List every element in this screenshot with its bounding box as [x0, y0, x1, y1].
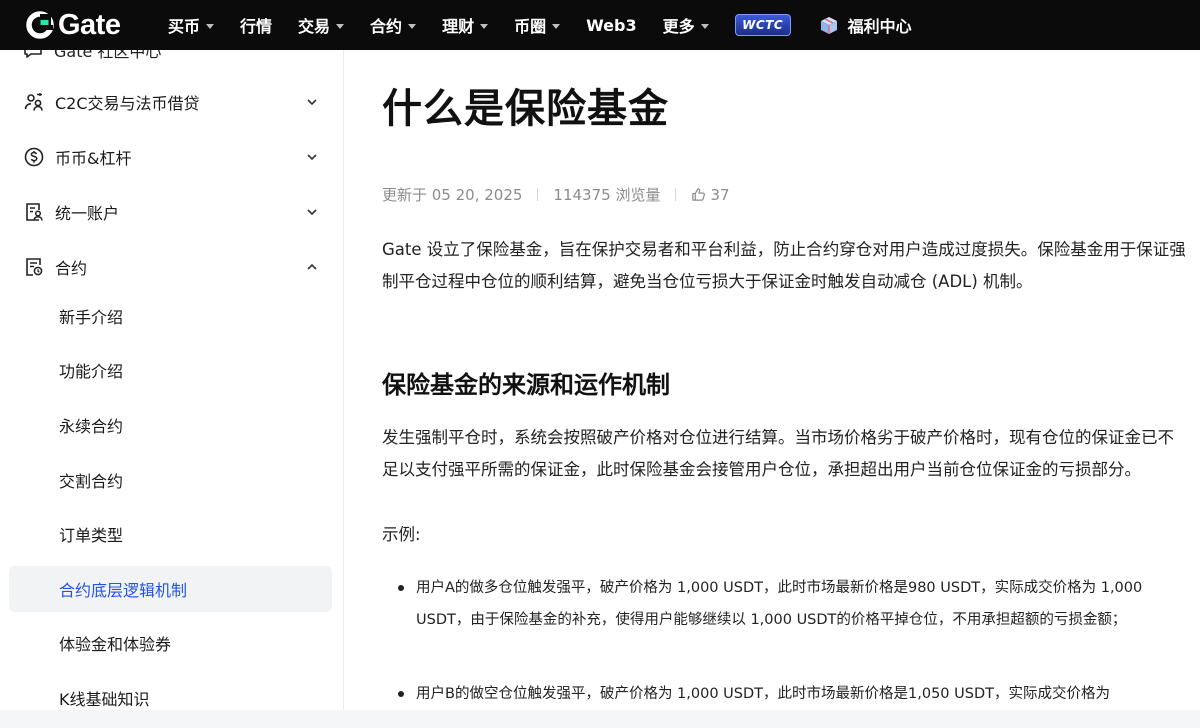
sidebar-subitem-trial-funds[interactable]: 体验金和体验券 — [9, 620, 332, 666]
nav-trade-label: 交易 — [298, 17, 331, 36]
section-heading: 保险基金的来源和运作机制 — [382, 371, 670, 399]
gift-box-icon — [820, 17, 837, 34]
intro-paragraph: Gate 设立了保险基金，旨在保护交易者和平台利益，防止合约穿仓对用户造成过度损… — [382, 240, 1186, 291]
sidebar-subitem-label: K线基础知识 — [59, 690, 150, 709]
nav-markets-label: 行情 — [240, 17, 273, 36]
sidebar-subitem-label: 订单类型 — [59, 526, 124, 545]
sidebar-item-label: 统一账户 — [55, 204, 120, 223]
article: 什么是保险基金 更新于 05 20, 2025 114375 浏览量 37 Ga… — [382, 50, 1192, 728]
sidebar-item-futures[interactable]: 合约 — [0, 243, 343, 291]
like-button[interactable]: 37 — [691, 185, 730, 204]
nav-futures[interactable]: 合约 — [370, 13, 417, 37]
chevron-down-icon — [307, 154, 317, 161]
list-item: 用户B的做空仓位触发强平，破产价格为 1,000 USDT，此时市场最新价格是1… — [398, 678, 1186, 710]
article-meta: 更新于 05 20, 2025 114375 浏览量 37 — [382, 184, 730, 205]
contract-icon — [26, 258, 43, 276]
gate-logo-icon — [26, 11, 54, 39]
meta-divider — [537, 188, 539, 201]
nav-square-label: 币圈 — [514, 17, 547, 36]
nav-web3-label: Web3 — [586, 15, 637, 35]
sidebar-item-community[interactable]: Gate 社区中心 — [22, 50, 161, 62]
sidebar-item-label: 币币&杠杆 — [55, 149, 132, 168]
chevron-down-icon — [480, 23, 489, 29]
chevron-down-icon — [408, 23, 417, 29]
sidebar-item-c2c[interactable]: C2C交易与法币借贷 — [0, 78, 343, 126]
rewards-center-label: 福利中心 — [847, 17, 912, 36]
sidebar-subitem-perpetual[interactable]: 永续合约 — [9, 402, 332, 448]
view-count: 114375 浏览量 — [553, 186, 661, 204]
sidebar-subitem-label: 新手介绍 — [59, 308, 124, 327]
thumbs-up-icon — [692, 188, 706, 201]
account-icon — [26, 203, 43, 221]
chevron-down-icon — [307, 99, 317, 106]
nav-earn-label: 理财 — [442, 17, 475, 36]
updated-date: 更新于 05 20, 2025 — [382, 186, 523, 204]
sidebar-item-label: 合约 — [55, 259, 88, 278]
section-paragraph: 发生强制平仓时，系统会按照破产价格对仓位进行结算。当市场价格劣于破产价格时，现有… — [382, 428, 1174, 479]
nav-trade[interactable]: 交易 — [298, 13, 345, 37]
nav-web3[interactable]: Web3 — [586, 16, 637, 35]
meta-divider — [675, 188, 677, 201]
sidebar-subitem-order-types[interactable]: 订单类型 — [9, 511, 332, 557]
wctc-badge[interactable]: WCTC — [734, 14, 791, 36]
sidebar-subitem-label: 体验金和体验券 — [59, 635, 172, 654]
sidebar-subitem-delivery[interactable]: 交割合约 — [9, 457, 332, 503]
chevron-up-icon — [307, 263, 317, 270]
bottom-bar — [0, 710, 1200, 728]
gate-logo[interactable]: Gate — [26, 9, 152, 42]
chevron-down-icon — [552, 23, 561, 29]
nav-earn[interactable]: 理财 — [442, 13, 489, 37]
chat-icon — [24, 50, 42, 58]
nav-more-label: 更多 — [662, 17, 695, 36]
example-label: 示例: — [382, 525, 421, 544]
people-icon — [24, 93, 43, 111]
sidebar-subitem-beginner[interactable]: 新手介绍 — [9, 293, 332, 339]
sidebar-subitem-label: 永续合约 — [59, 417, 124, 436]
list-item: 用户A的做多仓位触发强平，破产价格为 1,000 USDT，此时市场最新价格是9… — [398, 572, 1186, 636]
sidebar-subitem-mechanism[interactable]: 合约底层逻辑机制 — [9, 566, 332, 612]
sidebar-item-label: Gate 社区中心 — [54, 50, 162, 61]
rewards-center-link[interactable]: 福利中心 — [819, 13, 912, 37]
main-menu: 买币 行情 交易 合约 理财 币圈 Web3 更多 — [168, 13, 735, 37]
sidebar-subitem-label: 合约底层逻辑机制 — [59, 581, 188, 600]
chevron-down-icon — [206, 23, 215, 29]
coin-icon — [24, 147, 44, 167]
sidebar-subitem-features[interactable]: 功能介绍 — [9, 347, 332, 393]
logo-text: Gate — [58, 8, 121, 41]
sidebar-item-label: C2C交易与法币借贷 — [55, 94, 200, 113]
sidebar-subitem-label: 交割合约 — [59, 472, 124, 491]
sidebar-item-spot-margin[interactable]: 币币&杠杆 — [0, 133, 343, 181]
chevron-down-icon — [336, 23, 345, 29]
like-count: 37 — [710, 185, 730, 204]
nav-buy-crypto-label: 买币 — [168, 17, 201, 36]
nav-buy-crypto[interactable]: 买币 — [168, 13, 215, 37]
page-title: 什么是保险基金 — [382, 86, 669, 132]
nav-more[interactable]: 更多 — [663, 13, 709, 37]
nav-futures-label: 合约 — [370, 17, 403, 36]
chevron-down-icon — [307, 209, 317, 216]
sidebar-item-unified-account[interactable]: 统一账户 — [0, 188, 343, 236]
top-nav: Gate 买币 行情 交易 合约 理财 币圈 Web3 更多 WCTC 福利中心 — [0, 0, 1200, 50]
nav-markets[interactable]: 行情 — [240, 13, 272, 37]
nav-square[interactable]: 币圈 — [514, 13, 561, 37]
sidebar: Gate 社区中心 C2C交易与法币借贷 币币&杠杆 统一账户 合约 新手介绍 … — [0, 50, 344, 728]
sidebar-subitem-label: 功能介绍 — [59, 362, 124, 381]
chevron-down-icon — [700, 23, 709, 29]
